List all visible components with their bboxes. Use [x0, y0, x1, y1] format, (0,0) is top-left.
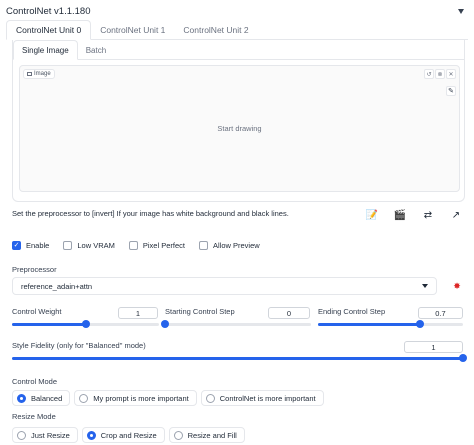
control-weight-label: Control Weight [12, 307, 62, 316]
image-action-toolbar: 📝 🎬 ⇄ ↗ [366, 210, 462, 222]
explosion-icon[interactable]: ✸ [452, 281, 462, 291]
low-vram-checkbox[interactable]: Low VRAM [63, 241, 115, 250]
preprocessor-select[interactable]: reference_adain+attn [12, 277, 437, 295]
slider-thumb[interactable] [415, 320, 424, 328]
radio-label: Balanced [31, 393, 63, 403]
ending-step-slider[interactable] [318, 320, 463, 328]
pixel-perfect-checkbox[interactable]: Pixel Perfect [128, 241, 185, 250]
preprocessor-value: reference_adain+attn [21, 281, 93, 291]
resize-mode-radio-group: Just Resize Crop and Resize Resize and F… [12, 427, 245, 443]
radio-icon[interactable] [173, 430, 183, 440]
style-fidelity-label: Style Fidelity (only for "Balanced" mode… [12, 341, 146, 350]
clear-icon[interactable]: ⊗ [435, 69, 445, 79]
radio-label: Resize and Fill [187, 430, 237, 440]
radio-label: ControlNet is more important [219, 393, 316, 403]
resize-mode-resize-and-fill[interactable]: Resize and Fill [168, 427, 245, 443]
camera-icon[interactable]: 🎬 [394, 210, 406, 222]
radio-icon[interactable] [205, 393, 215, 403]
image-label-badge: Image [23, 69, 55, 79]
image-icon [27, 72, 32, 76]
enable-checkbox[interactable]: ✓ Enable [12, 241, 49, 250]
resize-mode-crop-and-resize[interactable]: Crop and Resize [81, 427, 165, 443]
control-mode-radio-group: Balanced My prompt is more important Con… [12, 390, 324, 406]
image-input-panel: Single Image Batch Image ↺ ⊗ ✕ ✎ Start d… [12, 40, 465, 202]
drawing-canvas[interactable]: Image ↺ ⊗ ✕ ✎ Start drawing [19, 65, 460, 192]
control-mode-prompt[interactable]: My prompt is more important [74, 390, 197, 406]
control-mode-label: Control Mode [12, 377, 58, 386]
unit-tab-bar: ControlNet Unit 0 ControlNet Unit 1 Cont… [6, 20, 468, 40]
swap-icon[interactable]: ⇄ [422, 210, 434, 222]
option-checkboxes: ✓ Enable Low VRAM Pixel Perfect Allow Pr… [12, 241, 260, 250]
enable-label: Enable [26, 241, 50, 250]
control-weight-input[interactable]: 1 [118, 307, 158, 319]
accordion-title: ControlNet v1.1.180 [6, 5, 91, 17]
radio-icon[interactable] [17, 430, 26, 440]
control-mode-controlnet[interactable]: ControlNet is more important [200, 390, 324, 406]
control-weight-slider[interactable] [12, 320, 159, 328]
collapse-caret-icon[interactable] [458, 8, 464, 14]
arrow-upright-icon[interactable]: ↗ [450, 210, 462, 222]
close-icon[interactable]: ✕ [446, 69, 456, 79]
radio-label: My prompt is more important [93, 393, 189, 403]
tab-unit-2[interactable]: ControlNet Unit 2 [174, 20, 257, 40]
ending-step-label: Ending Control Step [318, 307, 386, 316]
slider-fill [12, 357, 463, 360]
control-mode-balanced[interactable]: Balanced [12, 390, 71, 406]
preprocessor-hint: Set the preprocessor to [invert] If your… [12, 209, 289, 218]
checkbox-icon[interactable] [198, 241, 208, 250]
allow-preview-checkbox[interactable]: Allow Preview [198, 241, 260, 250]
chevron-down-icon [422, 284, 428, 288]
resize-mode-label: Resize Mode [12, 412, 56, 421]
low-vram-label: Low VRAM [77, 241, 115, 250]
slider-thumb[interactable] [81, 320, 90, 328]
style-fidelity-input[interactable]: 1 [404, 341, 463, 353]
radio-label: Just Resize [31, 430, 70, 440]
checkbox-icon[interactable] [63, 241, 73, 250]
starting-step-label: Starting Control Step [165, 307, 235, 316]
tab-unit-0[interactable]: ControlNet Unit 0 [6, 20, 92, 40]
tab-batch[interactable]: Batch [78, 40, 114, 60]
brush-icon[interactable]: ✎ [446, 86, 456, 96]
pixel-perfect-label: Pixel Perfect [142, 241, 185, 250]
starting-step-slider[interactable] [161, 320, 311, 328]
image-tab-bar: Single Image Batch [13, 40, 464, 60]
checkbox-checked-icon[interactable]: ✓ [12, 241, 21, 250]
canvas-toolbar: ↺ ⊗ ✕ [424, 69, 456, 79]
slider-fill [12, 323, 86, 326]
notepad-icon[interactable]: 📝 [366, 210, 378, 222]
checkbox-icon[interactable] [128, 241, 138, 250]
radio-selected-icon[interactable] [17, 393, 26, 403]
radio-label: Crop and Resize [100, 430, 157, 440]
preprocessor-label: Preprocessor [12, 265, 57, 274]
image-label-text: Image [34, 71, 51, 77]
resize-mode-just-resize[interactable]: Just Resize [12, 427, 78, 443]
controlnet-accordion-header[interactable]: ControlNet v1.1.180 [6, 4, 468, 18]
style-fidelity-slider[interactable] [12, 354, 467, 362]
tab-unit-1[interactable]: ControlNet Unit 1 [91, 20, 174, 40]
starting-step-input[interactable]: 0 [268, 307, 310, 319]
allow-preview-label: Allow Preview [212, 241, 260, 250]
undo-icon[interactable]: ↺ [424, 69, 434, 79]
radio-selected-icon[interactable] [86, 430, 96, 440]
tab-single-image[interactable]: Single Image [13, 40, 78, 60]
slider-fill [318, 323, 420, 326]
radio-icon[interactable] [79, 393, 89, 403]
slider-thumb[interactable] [459, 354, 467, 362]
ending-step-input[interactable]: 0.7 [418, 307, 463, 319]
canvas-placeholder: Start drawing [217, 124, 262, 133]
slider-thumb[interactable] [161, 320, 169, 328]
